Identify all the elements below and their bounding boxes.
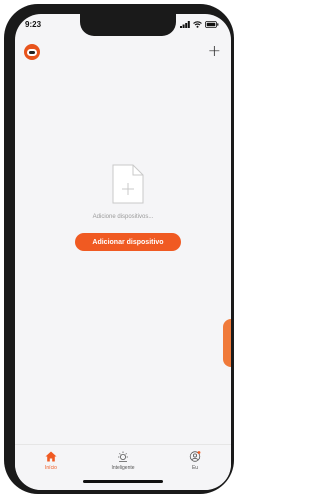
phone-frame: 9:23 + Adicione dispositivos... Adiciona…	[4, 4, 234, 494]
home-indicator	[83, 480, 163, 483]
tab-home[interactable]: Início	[15, 445, 87, 490]
wifi-icon	[193, 21, 202, 28]
notch	[80, 14, 176, 36]
tab-smart-label: Inteligente	[111, 465, 135, 471]
add-device-button[interactable]: Adicionar dispositivo	[75, 233, 181, 251]
tab-smart[interactable]: Inteligente	[87, 445, 159, 490]
app-screen: 9:23 + Adicione dispositivos... Adiciona…	[15, 14, 231, 490]
empty-state-text: Adicione dispositivos...	[92, 214, 154, 220]
home-icon	[45, 451, 57, 462]
tab-me-label: Eu	[191, 465, 199, 471]
floating-side-button[interactable]	[223, 319, 231, 367]
home-header: +	[15, 38, 231, 68]
stage: 9:23 + Adicione dispositivos... Adiciona…	[0, 0, 242, 498]
tab-me[interactable]: Eu	[159, 445, 231, 490]
empty-device-icon	[112, 164, 144, 204]
signal-icon	[180, 21, 190, 28]
tab-home-label: Início	[45, 465, 57, 471]
status-icons	[180, 21, 219, 28]
status-time: 9:23	[25, 20, 42, 29]
battery-icon	[205, 21, 219, 28]
home-logo-icon[interactable]	[24, 44, 40, 60]
sun-icon	[118, 451, 128, 462]
add-device-plus-button[interactable]: +	[208, 43, 221, 59]
user-icon	[189, 451, 201, 462]
bottom-tab-bar: Início Inteligente Eu	[15, 444, 231, 490]
